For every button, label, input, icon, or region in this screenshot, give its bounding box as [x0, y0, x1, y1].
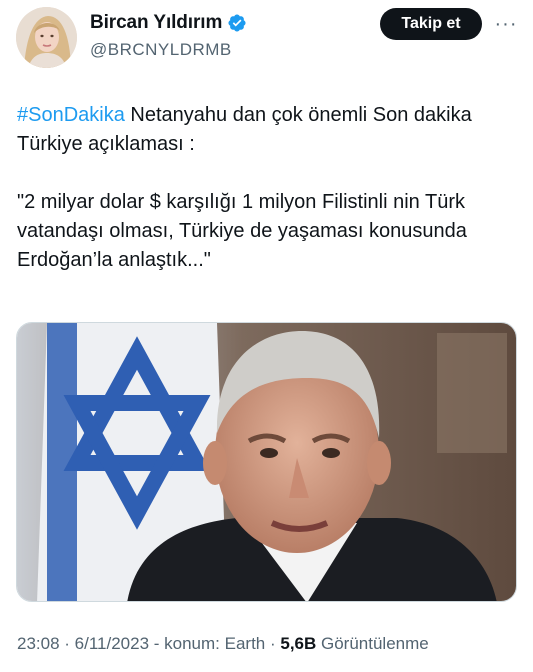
- tweet-time[interactable]: 23:08: [17, 634, 60, 653]
- verified-badge-icon: [227, 13, 247, 33]
- separator-dash: -: [149, 634, 165, 653]
- avatar[interactable]: [16, 7, 77, 68]
- tweet-card: Bircan Yıldırım @BRCNYLDRMB Takip et ···…: [0, 0, 533, 672]
- author-display-name[interactable]: Bircan Yıldırım: [90, 12, 222, 34]
- tweet-date[interactable]: 6/11/2023: [75, 634, 149, 653]
- views-count[interactable]: 5,6B: [280, 634, 316, 653]
- tweet-text-line1: #SonDakika Netanyahu dan çok önemli Son …: [17, 101, 517, 159]
- avatar-photo: [16, 7, 77, 68]
- more-horizontal-icon[interactable]: ···: [493, 13, 519, 35]
- separator-dot: ·: [59, 634, 75, 653]
- netanyahu-photo: [17, 323, 516, 601]
- tweet-media-image[interactable]: [16, 322, 517, 602]
- tweet-text: #SonDakika Netanyahu dan çok önemli Son …: [17, 101, 517, 275]
- tweet-metadata: 23:08 · 6/11/2023 - konum: Earth · 5,6B …: [17, 634, 429, 654]
- separator-dot: ·: [265, 634, 281, 653]
- author-handle[interactable]: @BRCNYLDRMB: [90, 40, 232, 60]
- tweet-quote: "2 milyar dolar $ karşılığı 1 milyon Fil…: [17, 191, 467, 271]
- tweet-location: konum: Earth: [164, 634, 266, 653]
- author-name-row[interactable]: Bircan Yıldırım: [90, 12, 247, 34]
- follow-button[interactable]: Takip et: [380, 8, 482, 40]
- views-label: Görüntülenme: [316, 634, 429, 653]
- hashtag-link[interactable]: #SonDakika: [17, 104, 125, 126]
